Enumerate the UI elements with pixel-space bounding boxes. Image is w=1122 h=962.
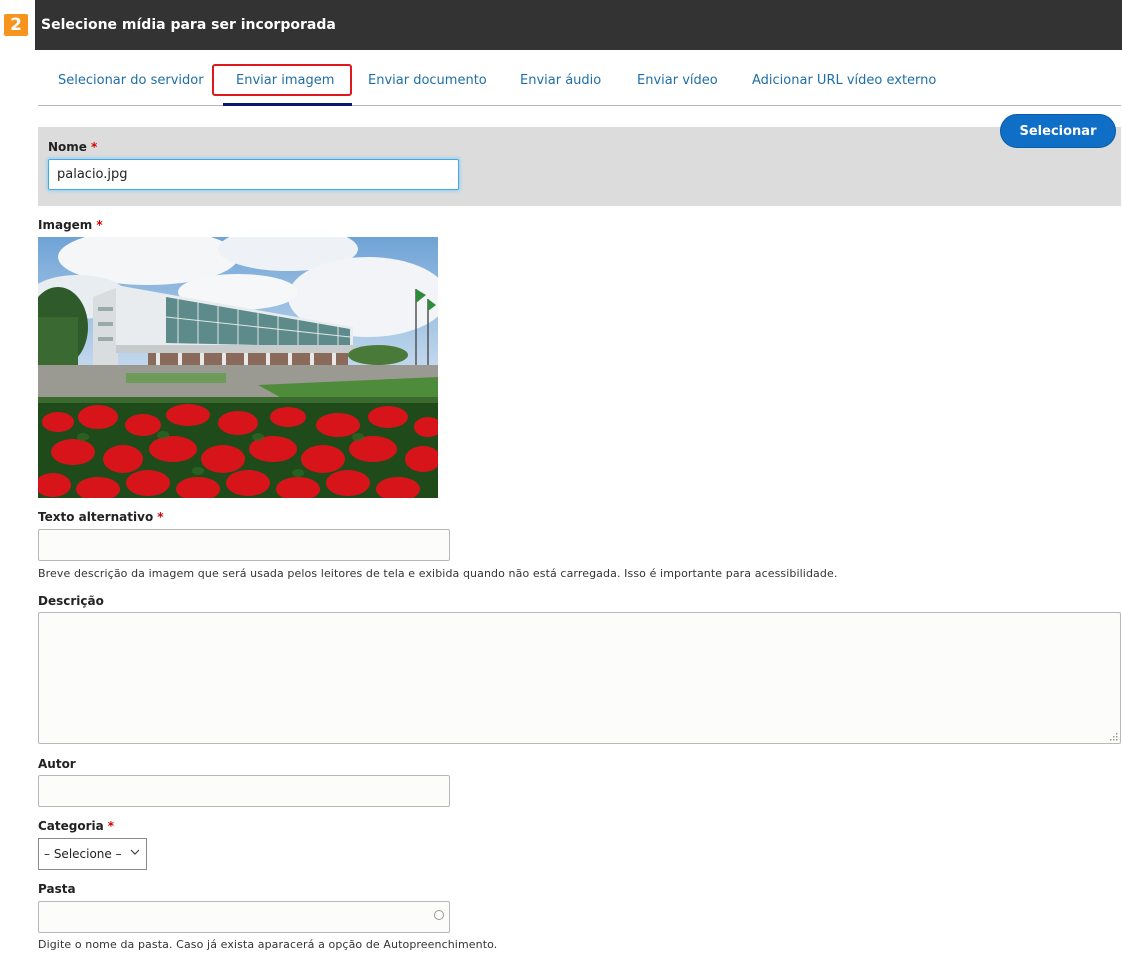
select-button[interactable]: Selecionar (1000, 114, 1116, 148)
alt-text-input[interactable] (38, 529, 450, 561)
category-label-text: Categoria (38, 819, 104, 833)
image-preview (38, 237, 438, 498)
dialog-title: Selecione mídia para ser incorporada (41, 17, 336, 33)
description-label: Descrição (38, 594, 104, 608)
chevron-down-icon (130, 849, 140, 855)
folder-label-text: Pasta (38, 882, 76, 896)
image-label-text: Imagem (38, 218, 93, 232)
resize-grip-icon[interactable] (1108, 731, 1118, 741)
alt-text-help: Breve descrição da imagem que será usada… (38, 567, 838, 580)
category-selected-value: – Selecione – (44, 847, 122, 861)
name-label-text: Nome (48, 140, 87, 154)
image-label: Imagem * (38, 218, 103, 232)
tab-upload-audio[interactable]: Enviar áudio (520, 58, 601, 104)
name-label: Nome * (48, 140, 97, 154)
tab-add-external-video-url[interactable]: Adicionar URL vídeo externo (752, 58, 936, 104)
category-label: Categoria * (38, 819, 114, 833)
author-label: Autor (38, 757, 76, 771)
author-input[interactable] (38, 775, 450, 807)
name-input-value: palacio.jpg (57, 167, 128, 182)
category-select[interactable]: – Selecione – (38, 838, 147, 870)
required-marker: * (157, 510, 164, 524)
autocomplete-throbber-icon (434, 910, 444, 920)
step-number-badge: 2 (4, 14, 28, 36)
building-photo-preview-icon (38, 237, 438, 498)
tab-upload-video[interactable]: Enviar vídeo (637, 58, 718, 104)
tab-upload-document[interactable]: Enviar documento (368, 58, 487, 104)
dialog-titlebar: Selecione mídia para ser incorporada (35, 0, 1122, 50)
name-input[interactable]: palacio.jpg (48, 159, 459, 190)
media-tabs: Selecionar do servidor Enviar imagem Env… (38, 58, 1121, 106)
alt-text-label: Texto alternativo * (38, 510, 163, 524)
folder-input[interactable] (38, 901, 450, 933)
author-label-text: Autor (38, 757, 76, 771)
required-marker: * (96, 218, 103, 232)
description-textarea[interactable] (38, 612, 1121, 744)
required-marker: * (90, 140, 98, 154)
folder-label: Pasta (38, 882, 76, 896)
description-label-text: Descrição (38, 594, 104, 608)
alt-text-label-text: Texto alternativo (38, 510, 154, 524)
folder-help: Digite o nome da pasta. Caso já exista a… (38, 938, 498, 951)
tab-select-from-server[interactable]: Selecionar do servidor (58, 58, 204, 104)
active-tab-highlight-box (212, 64, 352, 96)
required-marker: * (107, 819, 115, 833)
